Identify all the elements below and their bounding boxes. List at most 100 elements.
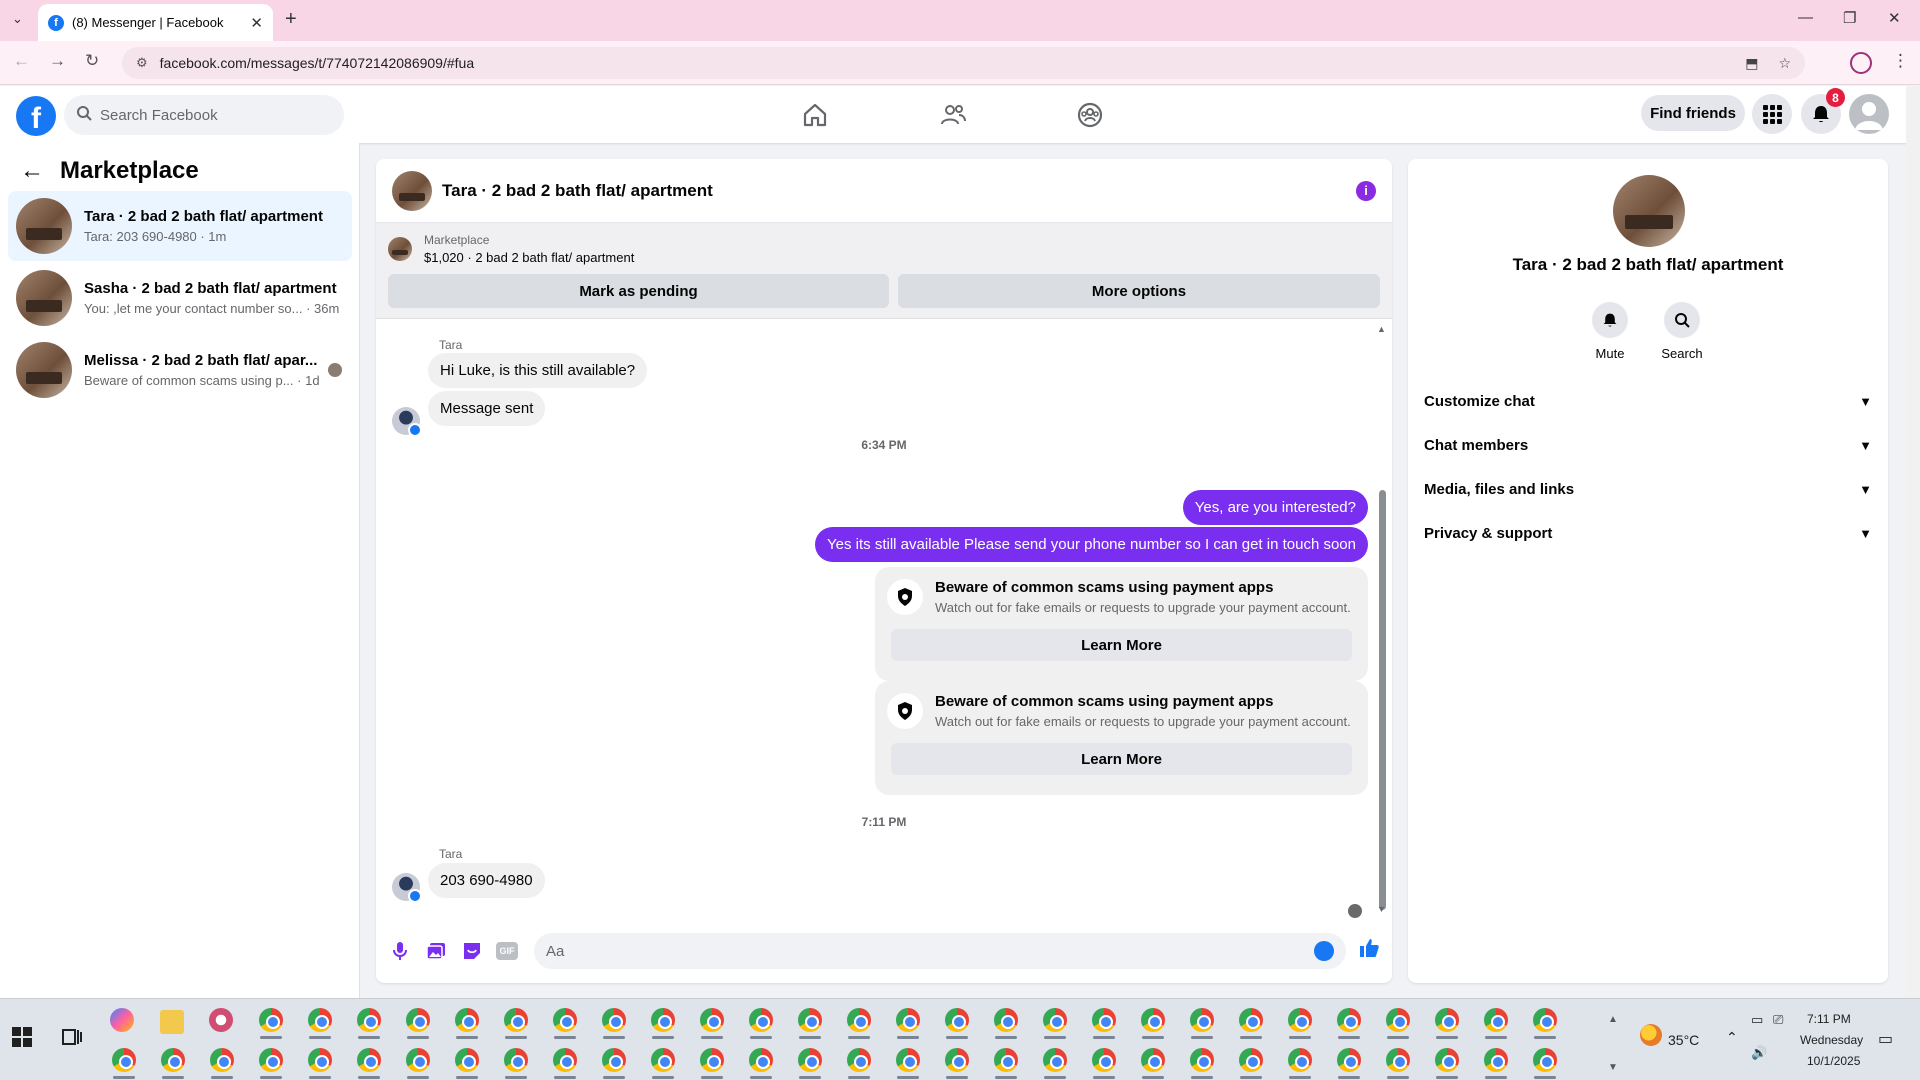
chat-scrollbar[interactable]: ▲ ▼ (1377, 324, 1386, 914)
chrome-window-icon[interactable] (945, 1048, 969, 1072)
mark-as-pending-button[interactable]: Mark as pending (388, 274, 889, 308)
chrome-window-icon[interactable] (1533, 1048, 1557, 1072)
chrome-window-icon[interactable] (357, 1048, 381, 1072)
chrome-window-icon[interactable] (1288, 1048, 1312, 1072)
chrome-window-icon[interactable] (259, 1048, 283, 1072)
app-icon[interactable] (209, 1008, 233, 1032)
message-bubble-incoming[interactable]: Message sent (428, 391, 546, 426)
chrome-window-icon[interactable] (1435, 1008, 1459, 1032)
chrome-window-icon[interactable] (798, 1048, 822, 1072)
site-info-icon[interactable]: ⚙ (136, 55, 148, 71)
emoji-icon[interactable] (1314, 941, 1334, 961)
chrome-window-icon[interactable] (1484, 1048, 1508, 1072)
friends-icon[interactable] (939, 101, 967, 129)
windows-start-icon[interactable] (12, 1027, 32, 1052)
chrome-window-icon[interactable] (1141, 1008, 1165, 1032)
chrome-window-icon[interactable] (798, 1008, 822, 1032)
media-files-links-row[interactable]: Media, files and links ▼ (1424, 467, 1872, 511)
chrome-window-icon[interactable] (1190, 1008, 1214, 1032)
chrome-window-icon[interactable] (553, 1048, 577, 1072)
chrome-window-icon[interactable] (602, 1008, 626, 1032)
chrome-window-icon[interactable] (994, 1008, 1018, 1032)
clock-day[interactable]: Wednesday (1800, 1033, 1863, 1047)
minimize-icon[interactable]: — (1798, 9, 1813, 26)
chrome-window-icon[interactable] (308, 1008, 332, 1032)
scroll-down-icon[interactable]: ▼ (1377, 904, 1386, 914)
chrome-window-icon[interactable] (1239, 1008, 1263, 1032)
display-icon[interactable]: ▭ (1751, 1012, 1763, 1028)
notification-center-icon[interactable]: ▭ (1878, 1029, 1893, 1049)
conversation-item[interactable]: Tara · 2 bad 2 bath flat/ apartment Tara… (8, 191, 352, 261)
message-bubble-outgoing[interactable]: Yes its still available Please send your… (815, 527, 1368, 562)
chrome-window-icon[interactable] (1386, 1008, 1410, 1032)
groups-icon[interactable] (1076, 101, 1104, 129)
chrome-window-icon[interactable] (1337, 1008, 1361, 1032)
chrome-window-icon[interactable] (896, 1048, 920, 1072)
back-arrow-icon[interactable]: ← (20, 157, 44, 185)
notifications-button[interactable]: 8 (1801, 88, 1845, 134)
chrome-window-icon[interactable] (847, 1048, 871, 1072)
chat-members-row[interactable]: Chat members ▼ (1424, 423, 1872, 467)
chrome-window-icon[interactable] (1190, 1048, 1214, 1072)
chrome-window-icon[interactable] (1288, 1008, 1312, 1032)
chrome-window-icon[interactable] (455, 1008, 479, 1032)
close-window-icon[interactable]: ✕ (1888, 9, 1901, 27)
chrome-window-icon[interactable] (406, 1048, 430, 1072)
chrome-window-icon[interactable] (847, 1008, 871, 1032)
message-bubble-incoming[interactable]: Hi Luke, is this still available? (428, 353, 648, 388)
temperature[interactable]: 35°C (1668, 1032, 1699, 1048)
chrome-window-icon[interactable] (749, 1048, 773, 1072)
weather-icon[interactable] (1640, 1024, 1662, 1046)
new-tab-icon[interactable]: + (285, 8, 297, 31)
microphone-icon[interactable] (388, 939, 412, 963)
chrome-window-icon[interactable] (651, 1048, 675, 1072)
chrome-window-icon[interactable] (210, 1048, 234, 1072)
chrome-window-icon[interactable] (1092, 1048, 1116, 1072)
chrome-window-icon[interactable] (602, 1048, 626, 1072)
chrome-window-icon[interactable] (1337, 1048, 1361, 1072)
profile-icon[interactable] (1850, 52, 1872, 74)
chrome-window-icon[interactable] (308, 1048, 332, 1072)
taskbar-scroll-up-icon[interactable]: ▲ (1608, 1014, 1618, 1025)
chrome-window-icon[interactable] (553, 1008, 577, 1032)
chrome-window-icon[interactable] (700, 1048, 724, 1072)
chrome-window-icon[interactable] (1043, 1008, 1067, 1032)
chevron-up-icon[interactable]: ⌃ (1726, 1029, 1738, 1046)
listing-info[interactable]: Marketplace $1,020 · 2 bad 2 bath flat/ … (388, 233, 634, 265)
browser-menu-icon[interactable]: ⋮ (1892, 51, 1909, 71)
chrome-window-icon[interactable] (504, 1048, 528, 1072)
volume-icon[interactable]: 🔊 (1751, 1045, 1767, 1061)
task-view-icon[interactable] (62, 1028, 82, 1051)
info-icon[interactable]: i (1356, 180, 1376, 201)
learn-more-button[interactable]: Learn More (891, 743, 1352, 775)
tab-search-icon[interactable]: ⌄ (12, 11, 23, 27)
taskbar-scroll-down-icon[interactable]: ▼ (1608, 1062, 1618, 1073)
chrome-window-icon[interactable] (1239, 1048, 1263, 1072)
gif-icon[interactable]: GIF (496, 942, 518, 960)
bookmark-star-icon[interactable]: ☆ (1778, 55, 1791, 72)
chrome-window-icon[interactable] (700, 1008, 724, 1032)
privacy-support-row[interactable]: Privacy & support ▼ (1424, 511, 1872, 555)
chrome-window-icon[interactable] (455, 1048, 479, 1072)
home-icon[interactable] (801, 101, 829, 129)
chat-title[interactable]: Tara · 2 bad 2 bath flat/ apartment (442, 181, 713, 201)
conversation-item[interactable]: Sasha · 2 bad 2 bath flat/ apartment You… (8, 263, 352, 333)
account-avatar[interactable] (1849, 94, 1889, 134)
copilot-icon[interactable] (110, 1008, 134, 1032)
facebook-logo-icon[interactable]: f (16, 96, 56, 136)
chrome-window-icon[interactable] (504, 1008, 528, 1032)
chrome-window-icon[interactable] (945, 1008, 969, 1032)
scrollbar-thumb[interactable] (1379, 490, 1386, 910)
chrome-window-icon[interactable] (112, 1048, 136, 1072)
chrome-window-icon[interactable] (1435, 1048, 1459, 1072)
chrome-window-icon[interactable] (1141, 1048, 1165, 1072)
browser-tab[interactable]: f (8) Messenger | Facebook ✕ (38, 4, 273, 41)
restore-icon[interactable]: ❐ (1843, 9, 1856, 27)
search-conversation-button[interactable]: Search (1652, 302, 1712, 361)
forward-icon[interactable]: → (49, 51, 66, 71)
reload-icon[interactable]: ↻ (85, 51, 99, 71)
chrome-window-icon[interactable] (161, 1048, 185, 1072)
back-icon[interactable]: ← (13, 51, 30, 71)
install-app-icon[interactable]: ⬒ (1745, 55, 1758, 72)
mute-button[interactable]: Mute (1580, 302, 1640, 361)
